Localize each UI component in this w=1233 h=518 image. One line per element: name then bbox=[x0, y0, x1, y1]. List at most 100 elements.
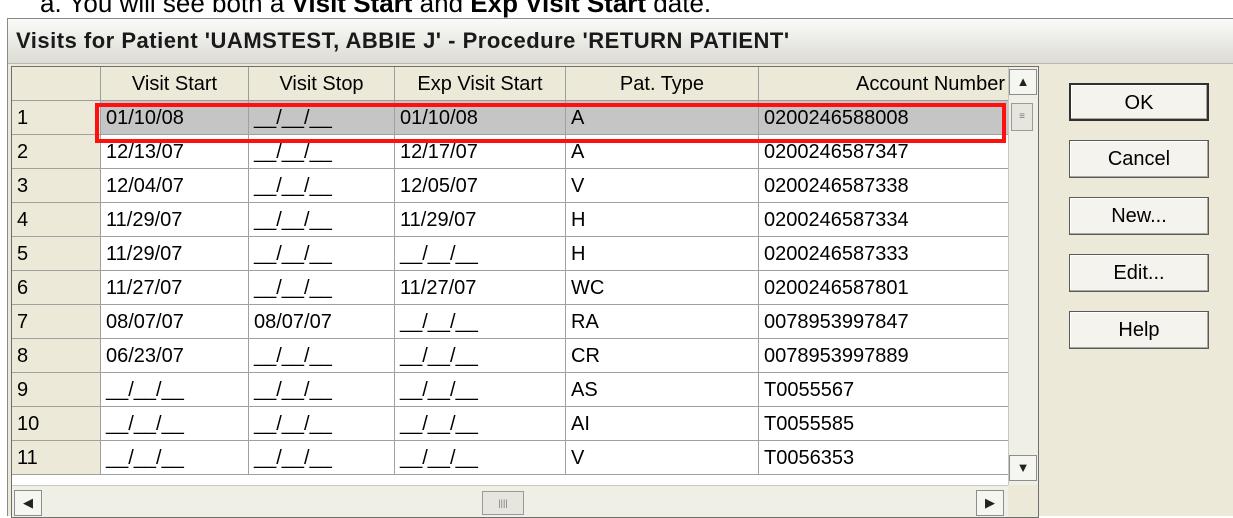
cell-account[interactable]: 0200246588008 bbox=[759, 101, 1010, 135]
cell-visit-stop[interactable]: __/__/__ bbox=[249, 339, 395, 373]
table-row[interactable]: 2 12/13/07 __/__/__ 12/17/07 A 0200246587347 bbox=[12, 135, 1010, 169]
table-row[interactable]: 6 11/27/07 __/__/__ 11/27/07 WC 0200246587801 bbox=[12, 271, 1010, 305]
header-exp-visit-start[interactable]: Exp Visit Start bbox=[395, 67, 566, 101]
cell-exp-visit-start[interactable]: __/__/__ bbox=[395, 407, 566, 441]
cell-visit-start[interactable]: 11/29/07 bbox=[101, 203, 249, 237]
new-button[interactable]: New... bbox=[1069, 197, 1209, 235]
table-row[interactable]: 3 12/04/07 __/__/__ 12/05/07 V 0200246587338 bbox=[12, 169, 1010, 203]
cell-exp-visit-start[interactable]: __/__/__ bbox=[395, 305, 566, 339]
cell-visit-stop[interactable]: __/__/__ bbox=[249, 373, 395, 407]
cell-exp-visit-start[interactable]: 01/10/08 bbox=[395, 101, 566, 135]
cell-pat-type[interactable]: V bbox=[566, 169, 759, 203]
cell-pat-type[interactable]: A bbox=[566, 135, 759, 169]
cell-exp-visit-start[interactable]: __/__/__ bbox=[395, 373, 566, 407]
cell-exp-visit-start[interactable]: 12/05/07 bbox=[395, 169, 566, 203]
chevron-up-icon[interactable]: ▲ bbox=[1009, 69, 1037, 95]
row-number-cell[interactable]: 11 bbox=[12, 441, 101, 475]
cell-pat-type[interactable]: AI bbox=[566, 407, 759, 441]
cell-account[interactable]: 0200246587347 bbox=[759, 135, 1010, 169]
cell-exp-visit-start[interactable]: 11/29/07 bbox=[395, 203, 566, 237]
cell-visit-stop[interactable]: __/__/__ bbox=[249, 441, 395, 475]
cell-account[interactable]: T0056353 bbox=[759, 441, 1010, 475]
row-number-cell[interactable]: 6 bbox=[12, 271, 101, 305]
cell-pat-type[interactable]: RA bbox=[566, 305, 759, 339]
row-number-cell[interactable]: 1 bbox=[12, 101, 101, 135]
table-row[interactable]: 11 __/__/__ __/__/__ __/__/__ V T0056353 bbox=[12, 441, 1010, 475]
cell-visit-start[interactable]: 11/27/07 bbox=[101, 271, 249, 305]
cell-exp-visit-start[interactable]: __/__/__ bbox=[395, 237, 566, 271]
cell-visit-start[interactable]: __/__/__ bbox=[101, 373, 249, 407]
row-number-cell[interactable]: 8 bbox=[12, 339, 101, 373]
cell-exp-visit-start[interactable]: 12/17/07 bbox=[395, 135, 566, 169]
row-number-cell[interactable]: 3 bbox=[12, 169, 101, 203]
cell-visit-start[interactable]: 08/07/07 bbox=[101, 305, 249, 339]
horizontal-scroll-thumb[interactable]: |||| bbox=[482, 491, 524, 515]
header-visit-stop[interactable]: Visit Stop bbox=[249, 67, 395, 101]
cell-account[interactable]: 0200246587801 bbox=[759, 271, 1010, 305]
cell-account[interactable]: T0055585 bbox=[759, 407, 1010, 441]
vertical-scroll-thumb[interactable]: ≡ bbox=[1011, 103, 1033, 131]
cell-exp-visit-start[interactable]: __/__/__ bbox=[395, 441, 566, 475]
ok-button[interactable]: OK bbox=[1069, 83, 1209, 121]
cell-pat-type[interactable]: WC bbox=[566, 271, 759, 305]
cell-visit-stop[interactable]: __/__/__ bbox=[249, 169, 395, 203]
cell-pat-type[interactable]: CR bbox=[566, 339, 759, 373]
cell-visit-start[interactable]: 01/10/08 bbox=[101, 101, 249, 135]
row-number-cell[interactable]: 10 bbox=[12, 407, 101, 441]
visits-grid[interactable]: Visit Start Visit Stop Exp Visit Start P… bbox=[11, 66, 1039, 518]
chevron-right-icon[interactable]: ▶ bbox=[976, 490, 1004, 516]
cell-account[interactable]: 0078953997889 bbox=[759, 339, 1010, 373]
header-account-number[interactable]: Account Number bbox=[759, 67, 1010, 101]
table-row[interactable]: 8 06/23/07 __/__/__ __/__/__ CR 0078953997889 bbox=[12, 339, 1010, 373]
cell-exp-visit-start[interactable]: __/__/__ bbox=[395, 339, 566, 373]
table-row[interactable]: 9 __/__/__ __/__/__ __/__/__ AS T0055567 bbox=[12, 373, 1010, 407]
cell-visit-start[interactable]: 12/04/07 bbox=[101, 169, 249, 203]
chevron-down-icon[interactable]: ▼ bbox=[1009, 455, 1037, 481]
cell-visit-stop[interactable]: __/__/__ bbox=[249, 203, 395, 237]
cell-visit-start[interactable]: __/__/__ bbox=[101, 407, 249, 441]
cell-visit-stop[interactable]: __/__/__ bbox=[249, 101, 395, 135]
cell-pat-type[interactable]: A bbox=[566, 101, 759, 135]
cell-exp-visit-start[interactable]: 11/27/07 bbox=[395, 271, 566, 305]
table-row[interactable]: 1 01/10/08 __/__/__ 01/10/08 A 0200246588008 bbox=[12, 101, 1010, 135]
table-row[interactable]: 10 __/__/__ __/__/__ __/__/__ AI T0055585 bbox=[12, 407, 1010, 441]
help-button[interactable]: Help bbox=[1069, 311, 1209, 349]
cell-visit-stop[interactable]: __/__/__ bbox=[249, 135, 395, 169]
table-row[interactable]: 7 08/07/07 08/07/07 __/__/__ RA 0078953997847 bbox=[12, 305, 1010, 339]
cell-pat-type[interactable]: V bbox=[566, 441, 759, 475]
cell-account[interactable]: 0200246587334 bbox=[759, 203, 1010, 237]
cell-pat-type[interactable]: AS bbox=[566, 373, 759, 407]
cell-visit-stop[interactable]: 08/07/07 bbox=[249, 305, 395, 339]
table-row[interactable]: 4 11/29/07 __/__/__ 11/29/07 H 0200246587334 bbox=[12, 203, 1010, 237]
cell-visit-stop[interactable]: __/__/__ bbox=[249, 237, 395, 271]
cell-visit-stop[interactable]: __/__/__ bbox=[249, 271, 395, 305]
cell-account[interactable]: T0055567 bbox=[759, 373, 1010, 407]
edit-button[interactable]: Edit... bbox=[1069, 254, 1209, 292]
row-number-cell[interactable]: 4 bbox=[12, 203, 101, 237]
cell-visit-start[interactable]: __/__/__ bbox=[101, 441, 249, 475]
cancel-button[interactable]: Cancel bbox=[1069, 140, 1209, 178]
chevron-left-icon[interactable]: ◀ bbox=[14, 490, 42, 516]
cell-visit-start[interactable]: 11/29/07 bbox=[101, 237, 249, 271]
caption-bold-visit-start: Visit Start bbox=[291, 0, 413, 18]
table-row[interactable]: 5 11/29/07 __/__/__ __/__/__ H 0200246587333 bbox=[12, 237, 1010, 271]
cell-account[interactable]: 0078953997847 bbox=[759, 305, 1010, 339]
row-number-cell[interactable]: 9 bbox=[12, 373, 101, 407]
vertical-scrollbar[interactable]: ▲ ≡ ▼ bbox=[1008, 67, 1038, 485]
cell-pat-type[interactable]: H bbox=[566, 203, 759, 237]
header-visit-start[interactable]: Visit Start bbox=[101, 67, 249, 101]
dialog-titlebar[interactable]: Visits for Patient 'UAMSTEST, ABBIE J' -… bbox=[8, 19, 1233, 64]
header-pat-type[interactable]: Pat. Type bbox=[566, 67, 759, 101]
cell-visit-start[interactable]: 12/13/07 bbox=[101, 135, 249, 169]
horizontal-scrollbar[interactable]: ◀ |||| ▶ bbox=[12, 485, 1008, 517]
cell-visit-stop[interactable]: __/__/__ bbox=[249, 407, 395, 441]
header-rownum-corner bbox=[12, 67, 101, 101]
row-number-cell[interactable]: 7 bbox=[12, 305, 101, 339]
cell-account[interactable]: 0200246587338 bbox=[759, 169, 1010, 203]
row-number-cell[interactable]: 5 bbox=[12, 237, 101, 271]
row-number-cell[interactable]: 2 bbox=[12, 135, 101, 169]
cell-account[interactable]: 0200246587333 bbox=[759, 237, 1010, 271]
cell-visit-start[interactable]: 06/23/07 bbox=[101, 339, 249, 373]
caption-middle: and bbox=[412, 0, 471, 18]
cell-pat-type[interactable]: H bbox=[566, 237, 759, 271]
